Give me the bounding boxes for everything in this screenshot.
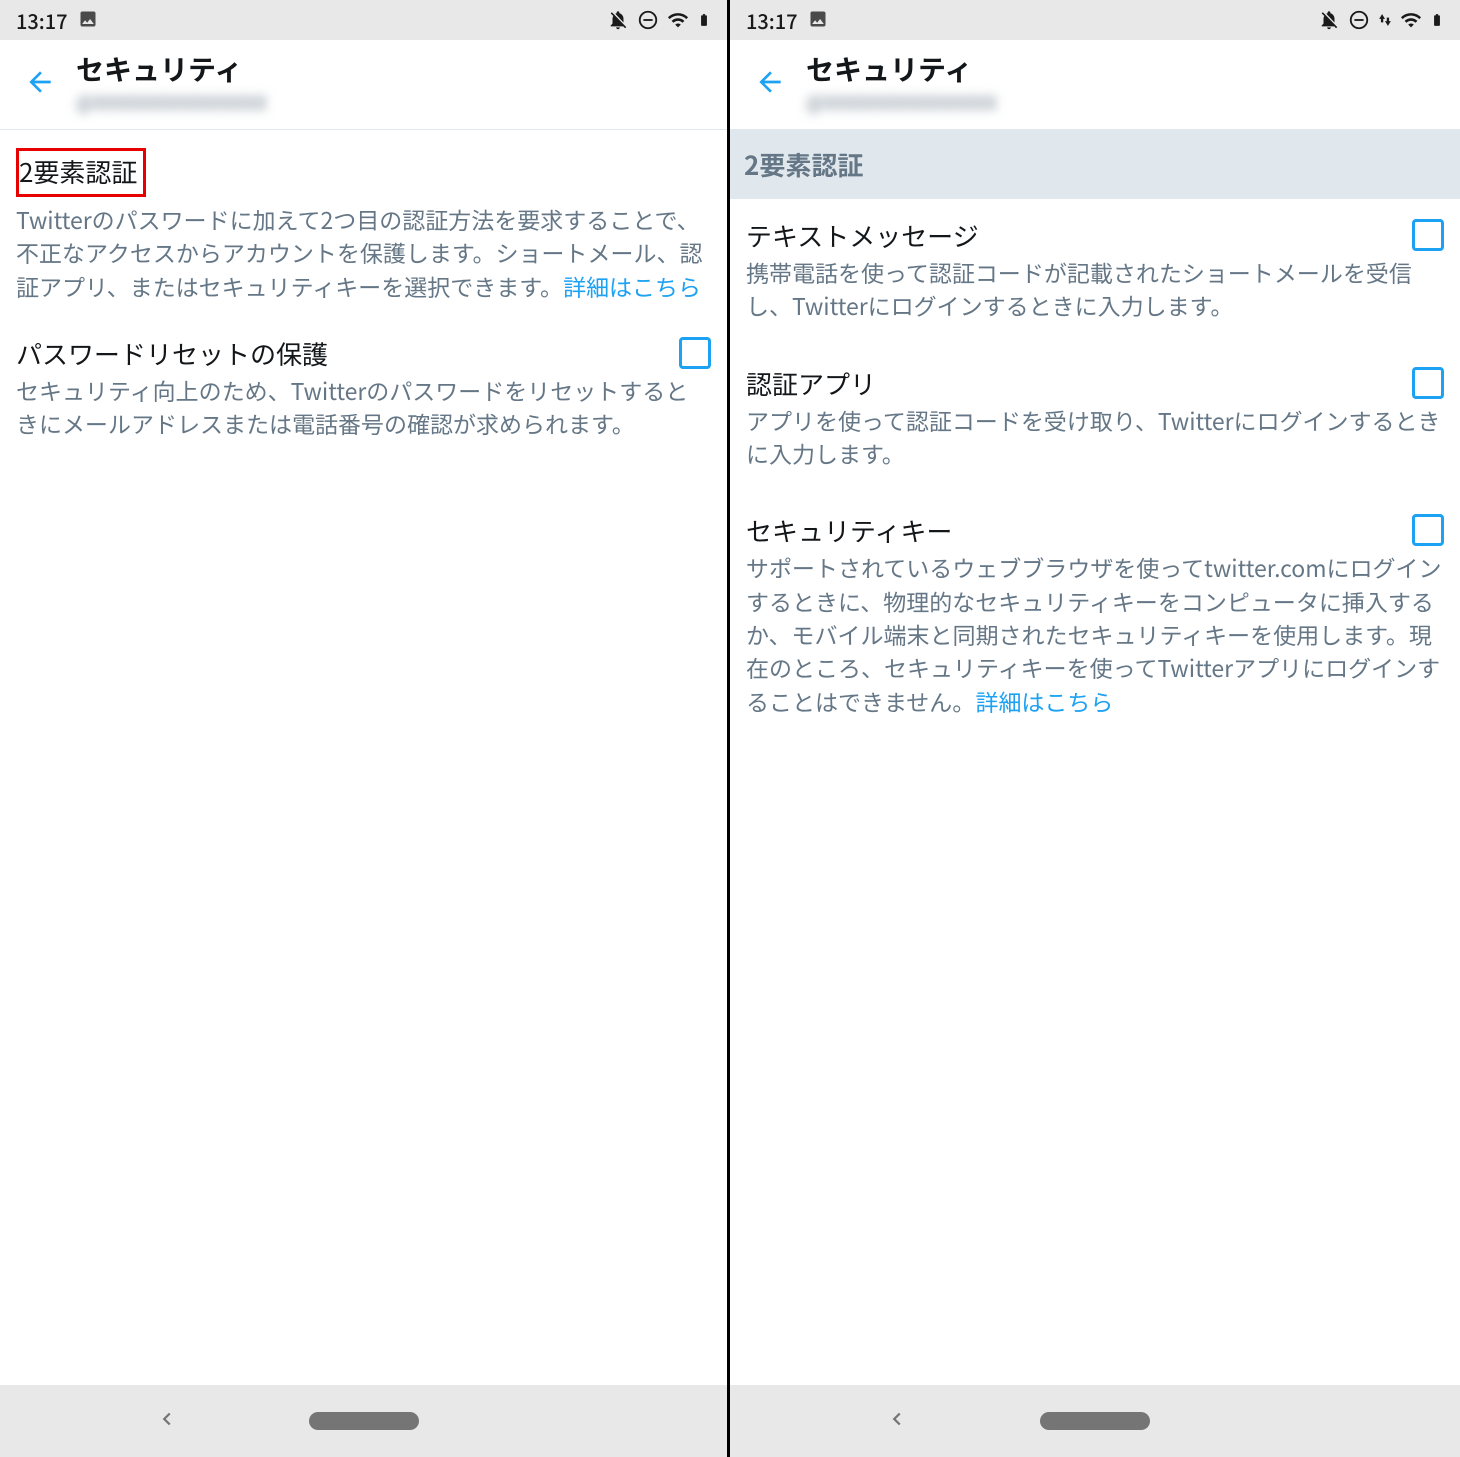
data-sync-icon — [1378, 9, 1392, 31]
highlight-box: 2要素認証 — [16, 148, 146, 197]
text-message-checkbox[interactable] — [1412, 219, 1444, 251]
learn-more-link[interactable]: 詳細はこちら — [563, 269, 701, 303]
do-not-disturb-icon — [1348, 9, 1370, 31]
password-reset-title: パスワードリセットの保護 — [16, 335, 328, 372]
auth-app-description: アプリを使って認証コードを受け取り、Twitterにログインするときに入力します… — [746, 404, 1444, 471]
text-message-title: テキストメッセージ — [746, 217, 979, 254]
page-subtitle: @XXXXXXXXXXXXXXX — [806, 87, 997, 116]
page-title: セキュリティ — [76, 53, 267, 87]
image-icon — [808, 6, 828, 35]
page-title: セキュリティ — [806, 53, 997, 87]
nav-home-pill[interactable] — [309, 1412, 419, 1430]
status-time: 13:17 — [746, 6, 798, 35]
status-bar: 13:17 — [730, 0, 1460, 40]
security-key-checkbox[interactable] — [1412, 514, 1444, 546]
security-key-description: サポートされているウェブブラウザを使ってtwitter.comにログインするとき… — [746, 551, 1444, 718]
arrow-back-icon — [24, 66, 56, 103]
password-reset-description: セキュリティ向上のため、Twitterのパスワードをリセットするときにメールアド… — [16, 374, 711, 441]
notification-off-icon — [1318, 9, 1340, 31]
back-button[interactable] — [742, 57, 798, 113]
two-factor-description: Twitterのパスワードに加えて2つ目の認証方法を要求することで、不正なアクセ… — [16, 203, 711, 303]
section-header: 2要素認証 — [730, 130, 1460, 199]
battery-icon — [697, 9, 711, 31]
app-header: セキュリティ @XXXXXXXXXXXXXXX — [0, 40, 727, 130]
two-factor-link[interactable]: 2要素認証 — [19, 153, 137, 190]
nav-bar — [0, 1385, 727, 1457]
battery-icon — [1430, 9, 1444, 31]
image-icon — [78, 6, 98, 35]
password-reset-checkbox[interactable] — [679, 337, 711, 369]
nav-back-icon[interactable] — [156, 1408, 178, 1435]
page-subtitle: @XXXXXXXXXXXXXXX — [76, 87, 267, 116]
security-key-title: セキュリティキー — [746, 512, 952, 549]
learn-more-link[interactable]: 詳細はこちら — [975, 684, 1113, 718]
notification-off-icon — [607, 9, 629, 31]
do-not-disturb-icon — [637, 9, 659, 31]
text-message-description: 携帯電話を使って認証コードが記載されたショートメールを受信し、Twitterにロ… — [746, 256, 1444, 323]
status-time: 13:17 — [16, 6, 68, 35]
app-header: セキュリティ @XXXXXXXXXXXXXXX — [730, 40, 1460, 130]
auth-app-title: 認証アプリ — [746, 365, 876, 402]
back-button[interactable] — [12, 57, 68, 113]
nav-home-pill[interactable] — [1040, 1412, 1150, 1430]
status-bar: 13:17 — [0, 0, 727, 40]
nav-back-icon[interactable] — [886, 1408, 908, 1435]
wifi-icon — [1400, 9, 1422, 31]
wifi-icon — [667, 9, 689, 31]
section-header-title: 2要素認証 — [744, 146, 1446, 183]
auth-app-checkbox[interactable] — [1412, 367, 1444, 399]
nav-bar — [730, 1385, 1460, 1457]
arrow-back-icon — [754, 66, 786, 103]
